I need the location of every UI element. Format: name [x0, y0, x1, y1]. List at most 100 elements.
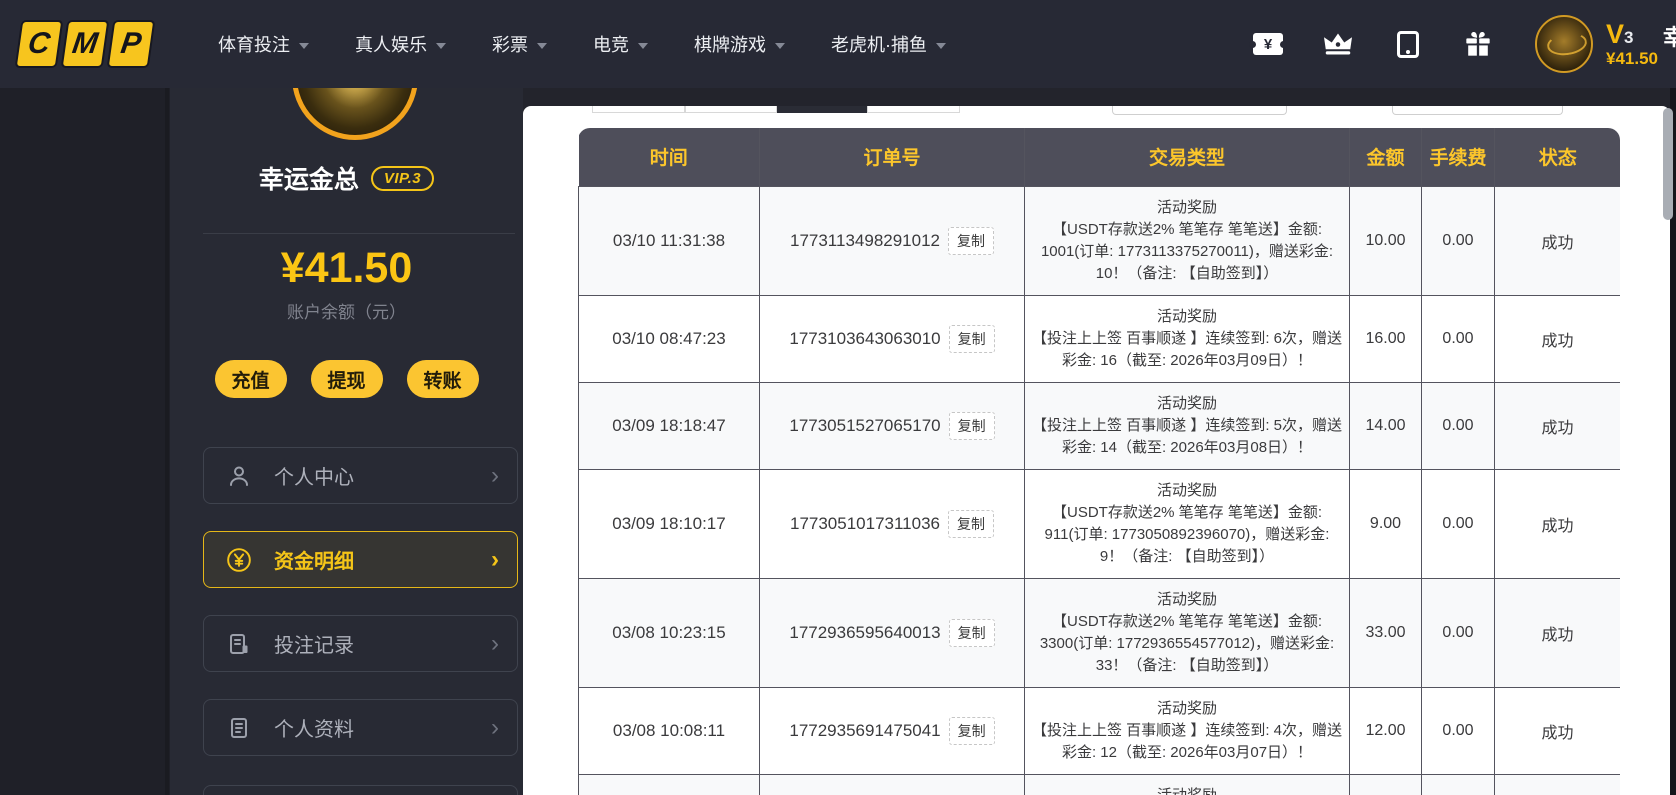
order-id: 1773103643063010	[789, 328, 941, 348]
nav-item-label: 棋牌游戏	[694, 35, 766, 55]
logo-tile: M	[60, 20, 110, 68]
sidebar-item-bet-records[interactable]: 投注记录 ›	[203, 615, 518, 672]
chevron-down-icon	[775, 42, 785, 49]
nav-item-label: 老虎机·捕鱼	[831, 35, 927, 55]
copy-button[interactable]: 复制	[948, 226, 994, 255]
nav-item[interactable]: 电竞	[593, 31, 648, 57]
chevron-down-icon	[537, 42, 547, 49]
sidebar-item-fund-details[interactable]: 资金明细 ›	[203, 531, 518, 588]
top-navbar: C M P 体育投注 真人娱乐 彩票 电竞 棋牌游戏 老虎机·捕鱼 ¥ V3 ¥…	[0, 0, 1676, 88]
cell-order-id: 1773051527065170 复制	[759, 381, 1025, 470]
cell-order-id: 1772935691475041 复制	[759, 686, 1025, 775]
cell-amount: 12.00	[1349, 686, 1422, 775]
cell-time: 03/08 10:00:53	[578, 773, 760, 795]
cell-fee: 0.00	[1421, 381, 1495, 470]
user-avatar-small[interactable]	[1535, 15, 1593, 73]
copy-button[interactable]: 复制	[948, 324, 995, 353]
table-header-row: 时间 订单号 交易类型 金额 手续费 状态	[578, 128, 1620, 187]
table-row: 03/10 11:31:38 1773113498291012 复制 活动奖励 【USD…	[578, 185, 1620, 296]
cell-transaction-type: 活动奖励 【投注上上签 百事顺遂 】连续签到: 5次，赠送彩金: 14（截至: 2…	[1024, 381, 1350, 470]
table-row: 03/08 10:08:11 1772935691475041 复制 活动奖励 【投注上…	[578, 686, 1620, 775]
nav-item[interactable]: 彩票	[492, 31, 547, 57]
status-badge: 成功	[1494, 381, 1620, 470]
order-id: 1773113498291012	[789, 230, 940, 250]
page-background-left	[0, 0, 170, 795]
transaction-type-detail: 【投注上上签 百事顺遂 】连续签到: 6次，赠送彩金: 16（截至: 2026年…	[1031, 329, 1342, 369]
nav-item[interactable]: 体育投注	[218, 31, 309, 57]
profile-icon	[226, 715, 252, 741]
main-nav-menu: 体育投注 真人娱乐 彩票 电竞 棋牌游戏 老虎机·捕鱼	[218, 31, 946, 57]
cell-time: 03/08 10:08:11	[578, 686, 760, 775]
status-badge: 成功	[1494, 468, 1620, 579]
currency-ticket-icon[interactable]: ¥	[1249, 29, 1287, 59]
copy-button[interactable]: 复制	[948, 509, 994, 538]
cell-order-id: 1773051017311036 复制	[759, 468, 1025, 579]
cell-transaction-type: 活动奖励【投注上上签 百事顺遂 】连续签到: 6次，赠送彩金: 16（截至: 2…	[1024, 294, 1350, 383]
transaction-type-title: 活动奖励	[1156, 307, 1217, 325]
cell-transaction-type: 活动奖励 【USDT存款送2% 笔笔存 笔笔送】金额: 1001(订单: 1773…	[1024, 185, 1350, 296]
nav-item[interactable]: 老虎机·捕鱼	[831, 31, 946, 57]
logo-tile: C	[14, 20, 64, 68]
cell-order-id: 1773103643063010 复制	[759, 294, 1025, 383]
order-id: 1772935691475041	[789, 720, 941, 740]
chevron-right-icon: ›	[491, 461, 499, 489]
transaction-type-title: 活动奖励	[1156, 590, 1217, 608]
cell-transaction-type: 活动奖励 【USDT存款送2% 笔笔存 笔笔送】金额: 911(订单: 17730…	[1024, 468, 1350, 579]
status-badge: 成功	[1494, 773, 1620, 795]
main-content-panel: 时间 订单号 交易类型 金额 手续费 状态 03/10 11:31:38 1773…	[523, 106, 1670, 795]
table-row: 03/08 10:23:15 1772936595640013 复制 活动奖励 【USD…	[578, 577, 1620, 688]
cell-order-id: 1773113498291012 复制	[759, 185, 1025, 296]
cell-fee: 0.00	[1421, 185, 1495, 296]
withdraw-button[interactable]: 提现	[310, 360, 383, 398]
sidebar-item-personal-center[interactable]: 个人中心 ›	[203, 447, 518, 504]
chevron-down-icon	[299, 42, 309, 49]
navbar-icon-group: ¥	[1249, 29, 1493, 59]
nav-item[interactable]: 真人娱乐	[355, 31, 446, 57]
cell-time: 03/10 08:47:23	[578, 294, 760, 383]
nav-item-label: 体育投注	[218, 35, 290, 55]
sidebar-item-label: 资金明细	[274, 551, 354, 573]
filter-tab-partial[interactable]	[592, 106, 685, 113]
transactions-table: 时间 订单号 交易类型 金额 手续费 状态 03/10 11:31:38 1773…	[578, 128, 1620, 795]
tablet-icon[interactable]	[1393, 29, 1423, 59]
crown-icon[interactable]	[1323, 29, 1353, 59]
order-id: 1773051017311036	[789, 513, 940, 533]
date-input-partial[interactable]	[1392, 106, 1563, 115]
copy-button[interactable]: 复制	[948, 411, 995, 440]
transfer-button[interactable]: 转账	[406, 360, 479, 398]
chevron-down-icon	[638, 42, 648, 49]
sidebar-item-personal-profile[interactable]: 个人资料 ›	[203, 699, 518, 756]
cell-amount: 30.00	[1349, 773, 1422, 795]
cell-amount: 10.00	[1349, 185, 1422, 296]
cmp-logo[interactable]: C M P	[14, 20, 156, 68]
date-input-partial[interactable]	[1112, 106, 1287, 115]
sidebar-item-partial[interactable]	[203, 785, 518, 795]
column-header-type: 交易类型	[1024, 128, 1350, 187]
transaction-type-title: 活动奖励	[1156, 786, 1217, 795]
deposit-button[interactable]: 充值	[214, 360, 287, 398]
column-header-fee: 手续费	[1421, 128, 1495, 187]
transaction-type-detail: 【投注上上签 百事顺遂 】连续签到: 4次，赠送彩金: 12（截至: 2026年…	[1031, 721, 1342, 761]
vertical-scrollbar-thumb[interactable]	[1663, 108, 1673, 220]
sidebar-item-label: 个人资料	[274, 719, 354, 741]
navbar-balance: ¥41.50	[1606, 49, 1658, 69]
user-vip-block[interactable]: V3 ¥41.50	[1606, 20, 1658, 68]
cell-fee: 0.00	[1421, 294, 1495, 383]
transactions-tbody: 03/10 11:31:38 1773113498291012 复制 活动奖励 【USD…	[578, 185, 1620, 795]
table-row: 03/09 18:10:17 1773051017311036 复制 活动奖励 【USD…	[578, 468, 1620, 579]
filter-tab-partial-active[interactable]	[777, 106, 867, 113]
gift-icon[interactable]	[1463, 29, 1493, 59]
cell-transaction-type: 活动奖励 【投注上上签 百事顺遂 】连续签到: 4次，赠送彩金: 12（截至: 2…	[1024, 686, 1350, 775]
copy-button[interactable]: 复制	[948, 716, 995, 745]
nav-item-label: 真人娱乐	[355, 35, 427, 55]
filter-tab-partial[interactable]	[867, 106, 960, 113]
copy-button[interactable]: 复制	[948, 618, 995, 647]
records-icon	[226, 631, 252, 657]
filter-tab-partial[interactable]	[685, 106, 777, 113]
order-id: 1772936595640013	[789, 622, 941, 642]
cell-fee: 0.00	[1421, 773, 1495, 795]
nav-item[interactable]: 棋牌游戏	[694, 31, 785, 57]
cell-amount: 9.00	[1349, 468, 1422, 579]
navbar-right-cluster: ¥ V3 ¥41.50	[1249, 0, 1658, 88]
logo-tile: P	[106, 20, 156, 68]
